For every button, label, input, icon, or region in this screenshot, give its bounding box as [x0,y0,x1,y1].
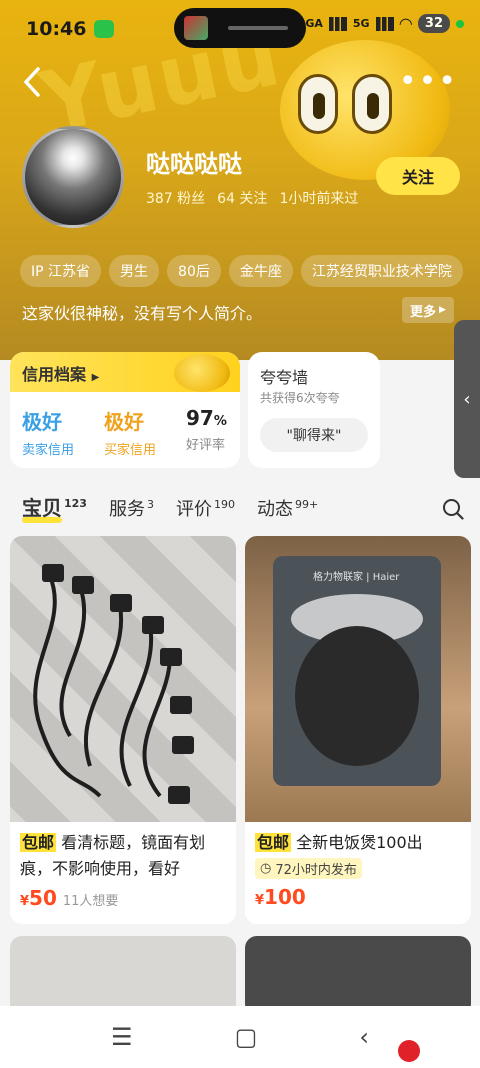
publish-time-tag: ◷ 72小时内发布 [255,858,362,879]
item-card[interactable]: 包邮 看清标题，镜面有划痕，不影响使用，看好 ¥50 11人想要 [10,536,236,924]
free-shipping-badge: 包邮 [255,833,292,852]
mascot-mini-icon [174,354,230,392]
username: 哒哒哒哒 [146,150,242,178]
good-rate: 97% 好评率 [186,406,227,453]
more-label: 更多 [410,304,437,320]
cables-illustration [33,564,194,804]
item-price: ¥50 [20,886,57,910]
side-panel-handle[interactable]: ‹ [454,320,480,478]
more-button[interactable]: 更多 ▶ [402,297,454,323]
tag-zodiac: 金牛座 [228,255,293,287]
praise-pill[interactable]: "聊得来" [260,418,368,452]
credit-header: 信用档案 ▶ [10,352,240,392]
clock-icon: ◷ [260,861,272,876]
mascot-eye [352,74,392,134]
privacy-dot-icon [456,19,464,28]
free-shipping-badge: 包邮 [20,833,57,852]
tab-services[interactable]: 服务 3 [109,495,154,521]
item-card[interactable] [245,936,471,1016]
item-image[interactable] [10,536,236,822]
battery-icon: 32 [417,14,450,33]
dynamic-island[interactable] [174,8,306,48]
profile-stats: 387 粉丝 64 关注 1小时前来过 [146,188,358,208]
more-options-button[interactable]: ••• [399,64,458,99]
tag-age: 80后 [167,255,221,287]
item-wants: 11人想要 [62,894,119,909]
content-tabs: 宝贝 123 服务 3 评价 190 动态 99+ [22,492,318,523]
network-label: 5G [352,17,370,30]
seller-credit: 极好 卖家信用 [22,406,74,458]
profile-tags: IP 江苏省 男生 80后 金牛座 江苏经贸职业技术学院 [20,255,463,287]
tab-items[interactable]: 宝贝 123 [22,492,87,523]
floating-record-icon[interactable] [398,1040,420,1062]
status-time: 10:46 [26,18,87,40]
tab-posts[interactable]: 动态 99+ [257,495,318,521]
chevron-left-icon: ‹ [463,388,471,410]
avatar[interactable] [22,126,124,228]
credit-title: 信用档案 ▶ [22,365,100,384]
item-title[interactable]: 包邮 看清标题，镜面有划痕，不影响使用，看好 [10,822,236,882]
wechat-icon [94,20,115,38]
seller-credit-value: 极好 [22,410,62,434]
item-card[interactable]: 格力物联家 | Haier 包邮 全新电饭煲100出 ◷ 72小时内发布 ¥100 [245,536,471,924]
home-icon[interactable]: ▢ [235,1023,258,1051]
praise-wall-subtitle: 共获得6次夸夸 [260,391,340,405]
tab-reviews[interactable]: 评价 190 [176,495,235,521]
tag-ip: IP 江苏省 [20,255,102,287]
item-price-row: ¥50 11人想要 [10,882,236,914]
back-button[interactable] [22,66,42,106]
wifi-icon: ◠ [399,14,412,33]
signal-icon [375,16,394,31]
chevron-left-icon [23,67,40,97]
item-price: ¥100 [255,885,306,909]
praise-wall-title: 夸夸墙 [260,368,309,387]
item-image[interactable]: 格力物联家 | Haier [245,536,471,822]
seller-credit-label: 卖家信用 [22,443,75,458]
good-rate-unit: % [213,414,227,429]
menu-icon[interactable]: ☰ [111,1023,133,1051]
credit-profile-card[interactable]: 信用档案 ▶ 极好 卖家信用 极好 买家信用 97% 好评率 [10,352,240,468]
fans-count[interactable]: 387 粉丝 [146,188,205,208]
tag-school[interactable]: 江苏经贸职业技术学院 [300,255,463,287]
buyer-credit-value: 极好 [104,410,144,434]
triangle-right-icon: ▶ [439,305,446,315]
back-icon[interactable]: ‹ [359,1023,369,1051]
follow-button[interactable]: 关注 [376,157,460,195]
item-price-row: ¥100 [245,881,471,913]
cooker-brand-label: 格力物联家 | Haier [313,572,400,583]
good-rate-label: 好评率 [186,438,226,453]
buyer-credit-label: 买家信用 [104,443,157,458]
mascot-eye [298,74,338,134]
praise-wall-card[interactable]: 夸夸墙 共获得6次夸夸 "聊得来" [248,352,380,468]
buyer-credit: 极好 买家信用 [104,406,156,458]
follow-count[interactable]: 64 关注 [217,188,267,208]
status-indicators: 5GA 5G ◠ 32 [298,14,464,33]
item-card[interactable] [10,936,236,1016]
cooker-pot [295,626,419,766]
good-rate-value: 97 [186,406,214,430]
search-icon[interactable] [442,498,464,520]
last-seen: 1小时前来过 [279,191,359,207]
tag-gender: 男生 [109,255,160,287]
item-title[interactable]: 包邮 全新电饭煲100出 [245,822,471,856]
profile-header: Yuuu 10:46 5GA 5G ◠ 32 ••• 哒哒哒哒 387 粉丝 6… [0,0,480,360]
bio-text: 这家伙很神秘，没有写个人简介。 [22,304,263,323]
signal-icon [328,16,347,31]
